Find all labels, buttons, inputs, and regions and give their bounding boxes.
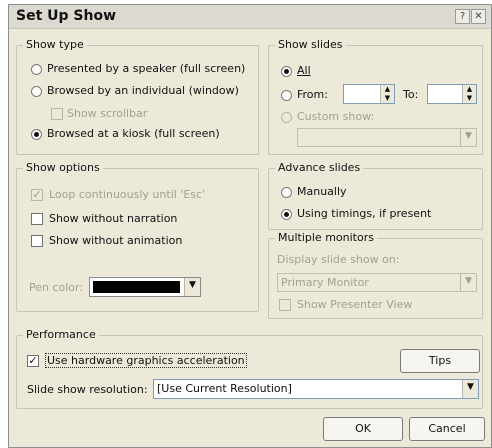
resolution-chevron-down-icon[interactable]: ▼ — [462, 380, 478, 398]
browsed-by-individual-label: Browsed by an individual (window) — [47, 84, 239, 97]
show-scrollbar-checkbox[interactable] — [51, 108, 63, 120]
without-animation-checkbox[interactable] — [31, 235, 43, 247]
help-icon[interactable]: ? — [455, 9, 470, 24]
resolution-value: [Use Current Resolution] — [157, 382, 292, 395]
to-spin-up-icon[interactable]: ▲ — [462, 85, 476, 94]
to-slide-input[interactable]: ▲ ▼ — [427, 84, 477, 104]
to-label: To: — [403, 88, 419, 101]
pen-color-label: Pen color: — [29, 281, 84, 294]
hardware-accel-label: Use hardware graphics acceleration — [45, 353, 247, 368]
show-scrollbar-label: Show scrollbar — [67, 107, 148, 120]
set-up-show-dialog: Set Up Show ? ✕ Show type Presented by a… — [8, 4, 492, 448]
all-slides-label: All — [297, 64, 311, 77]
to-spin-down-icon[interactable]: ▼ — [462, 94, 476, 103]
pen-color-chevron-down-icon[interactable]: ▼ — [184, 278, 200, 296]
multiple-monitors-group: Multiple monitors Display slide show on:… — [268, 231, 483, 319]
title-bar: Set Up Show ? ✕ — [9, 5, 491, 29]
custom-show-dropdown[interactable]: ▼ — [297, 128, 477, 147]
loop-continuously-label: Loop continuously until 'Esc' — [49, 188, 206, 201]
using-timings-label: Using timings, if present — [297, 207, 432, 220]
pen-color-swatch — [93, 281, 180, 293]
presenter-view-checkbox[interactable] — [279, 299, 291, 311]
browsed-at-kiosk-label: Browsed at a kiosk (full screen) — [47, 127, 220, 140]
performance-group: Performance ✓ Use hardware graphics acce… — [16, 328, 483, 409]
without-animation-label: Show without animation — [49, 234, 183, 247]
display-monitor-value: Primary Monitor — [281, 276, 369, 289]
show-options-label: Show options — [23, 161, 103, 174]
all-slides-radio[interactable] — [281, 66, 292, 77]
from-slide-input[interactable]: ▲ ▼ — [343, 84, 395, 104]
without-narration-label: Show without narration — [49, 212, 178, 225]
presented-by-speaker-label: Presented by a speaker (full screen) — [47, 62, 246, 75]
multiple-monitors-label: Multiple monitors — [275, 231, 377, 244]
from-spin-up-icon[interactable]: ▲ — [380, 85, 394, 94]
custom-show-label: Custom show: — [297, 110, 375, 123]
advance-slides-group: Advance slides Manually Using timings, i… — [268, 161, 483, 230]
ok-button[interactable]: OK — [323, 417, 403, 441]
show-type-label: Show type — [23, 38, 87, 51]
slide-show-resolution-label: Slide show resolution: — [27, 383, 148, 396]
manually-radio[interactable] — [281, 187, 292, 198]
advance-slides-label: Advance slides — [275, 161, 364, 174]
display-monitor-chevron-down-icon[interactable]: ▼ — [460, 274, 476, 291]
tips-button[interactable]: Tips — [400, 349, 480, 373]
display-slide-show-on-label: Display slide show on: — [277, 253, 400, 266]
loop-continuously-checkbox[interactable]: ✓ — [31, 189, 43, 201]
using-timings-radio[interactable] — [281, 209, 292, 220]
display-monitor-dropdown[interactable]: Primary Monitor ▼ — [277, 273, 477, 292]
presenter-view-label: Show Presenter View — [297, 298, 413, 311]
browsed-at-kiosk-radio[interactable] — [31, 129, 42, 140]
cancel-button[interactable]: Cancel — [409, 417, 485, 441]
performance-label: Performance — [23, 328, 99, 341]
pen-color-picker[interactable]: ▼ — [89, 277, 201, 297]
browsed-by-individual-radio[interactable] — [31, 86, 42, 97]
close-icon[interactable]: ✕ — [471, 9, 486, 24]
custom-show-radio[interactable] — [281, 112, 292, 123]
dialog-title: Set Up Show — [16, 8, 117, 24]
show-type-group: Show type Presented by a speaker (full s… — [16, 38, 259, 155]
show-options-group: Show options ✓ Loop continuously until '… — [16, 161, 259, 312]
from-slides-radio[interactable] — [281, 90, 292, 101]
without-narration-checkbox[interactable] — [31, 213, 43, 225]
custom-show-chevron-down-icon[interactable]: ▼ — [460, 129, 476, 146]
hardware-accel-checkbox[interactable]: ✓ — [27, 355, 39, 367]
from-spin-down-icon[interactable]: ▼ — [380, 94, 394, 103]
from-label: From: — [297, 88, 328, 101]
resolution-dropdown[interactable]: [Use Current Resolution] ▼ — [153, 379, 479, 399]
presented-by-speaker-radio[interactable] — [31, 64, 42, 75]
show-slides-group: Show slides All From: ▲ ▼ To: ▲ ▼ Custom… — [268, 38, 483, 155]
manually-label: Manually — [297, 185, 347, 198]
show-slides-label: Show slides — [275, 38, 346, 51]
